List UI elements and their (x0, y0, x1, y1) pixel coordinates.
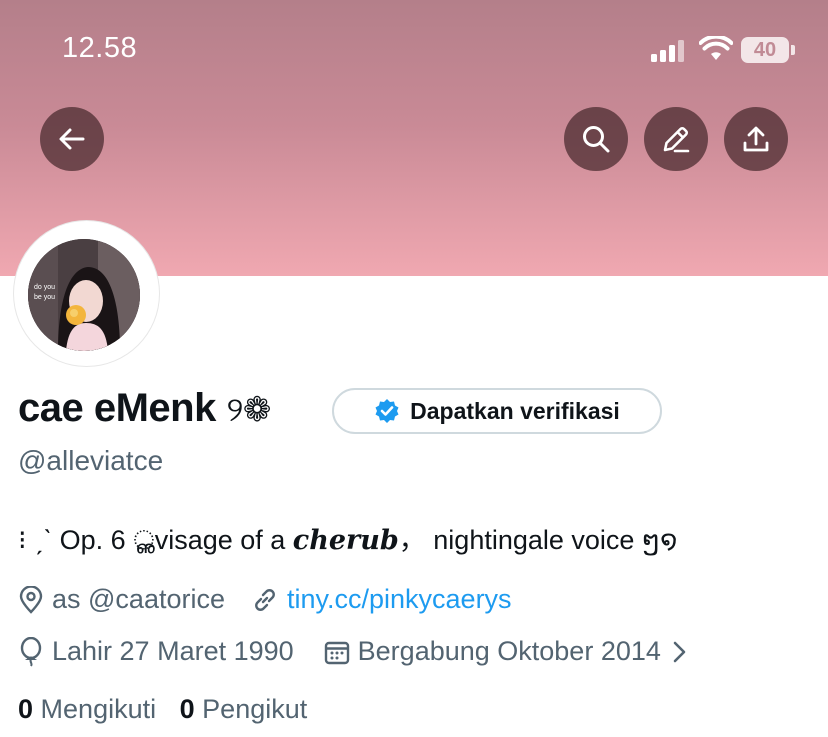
profile-name: cae eMenk ୨❁ (18, 386, 271, 431)
bio-part-2: ൢvisage of a (133, 525, 293, 555)
get-verified-label: Dapatkan verifikasi (410, 397, 620, 424)
following-stat[interactable]: 0 Mengikuti (18, 694, 156, 724)
search-button[interactable] (564, 107, 628, 171)
verified-badge-icon (375, 399, 399, 423)
link-icon (251, 586, 279, 614)
svg-text:do you: do you (34, 284, 55, 291)
following-count: 0 (18, 694, 34, 724)
bio-part-1: ⁝ ˏˋ Op. 6 (18, 525, 134, 555)
birthday-text: Lahir 27 Maret 1990 (52, 636, 294, 666)
profile-name-suffix: ୨❁ (226, 391, 271, 429)
calendar-icon (324, 639, 350, 665)
upload-icon (743, 126, 769, 152)
location-text: as @caatorice (52, 584, 225, 614)
back-button[interactable] (40, 107, 104, 171)
share-button[interactable] (724, 107, 788, 171)
followers-stat[interactable]: 0 Pengikut (180, 694, 308, 724)
following-label: Mengikuti (40, 694, 157, 724)
profile-bio: ⁝ ˏˋ Op. 6 ൢvisage of a cherub， nighting… (18, 518, 677, 557)
svg-text:be you: be you (34, 294, 55, 301)
profile-handle: @alleviatce (18, 445, 164, 476)
location-pin-icon (18, 585, 44, 614)
status-time: 12.58 (62, 32, 138, 64)
bio-part-3: cherub (292, 525, 399, 556)
arrow-left-icon (59, 128, 85, 150)
signal-icon (651, 40, 687, 67)
edit-button[interactable] (644, 107, 708, 171)
followers-count: 0 (179, 694, 195, 724)
battery-indicator: 40 (741, 37, 789, 63)
location-link-row: as @caatorice tiny.cc/pinkycaerys (18, 584, 512, 615)
birthday-joined-row: Lahir 27 Maret 1990 Bergabung Oktober 20… (18, 636, 695, 667)
get-verified-button[interactable]: Dapatkan verifikasi (332, 388, 662, 434)
follow-stats: 0 Mengikuti 0 Pengikut (18, 694, 307, 725)
website-link[interactable]: tiny.cc/pinkycaerys (287, 584, 512, 615)
followers-label: Pengikut (202, 694, 308, 724)
bio-part-4: ， nightingale voice ໆ໑ (398, 525, 678, 555)
balloon-icon (18, 636, 44, 667)
profile-name-text: cae eMenk (18, 386, 216, 430)
pencil-icon (663, 127, 690, 153)
chevron-right-icon[interactable] (671, 640, 687, 664)
search-icon (583, 126, 610, 153)
joined-text: Bergabung Oktober 2014 (357, 636, 661, 666)
battery-nub (791, 45, 795, 55)
wifi-icon (698, 34, 734, 67)
avatar[interactable]: do you be you (28, 239, 140, 351)
